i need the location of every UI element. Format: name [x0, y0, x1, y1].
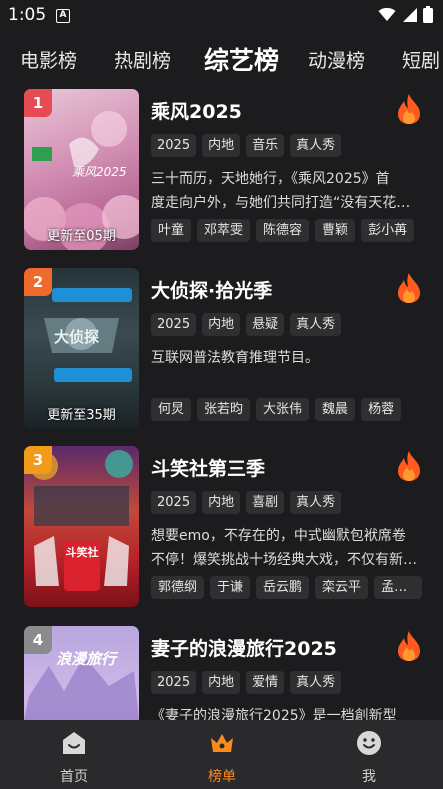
- flame-icon: [398, 451, 420, 481]
- cast-member[interactable]: 曹颖: [315, 219, 356, 242]
- cast-member[interactable]: 张若昀: [197, 398, 251, 421]
- tab-variety[interactable]: 综艺榜: [204, 41, 279, 77]
- wifi-icon: [378, 7, 396, 21]
- nav-label: 榜单: [208, 769, 236, 785]
- update-status: 更新至35期: [47, 408, 116, 423]
- flame-icon: [398, 631, 420, 661]
- status-bar: 1:05 A: [0, 0, 443, 30]
- cast-member[interactable]: 栾云平: [315, 576, 369, 599]
- cast-member[interactable]: 叶童: [151, 219, 192, 242]
- cast-member[interactable]: 郭德纲: [151, 576, 205, 599]
- ranking-list: 乘风2025 1 更新至05期 乘风2025 2025 内地 音乐 真人秀 三十…: [0, 88, 443, 720]
- tag-type: 真人秀: [290, 671, 342, 694]
- tag-type: 真人秀: [290, 491, 342, 514]
- tab-movies[interactable]: 电影榜: [20, 46, 77, 73]
- bottom-navigation: 首页 榜单 我: [0, 720, 443, 789]
- show-title[interactable]: 妻子的浪漫旅行2025: [151, 634, 337, 661]
- category-tabs: 电影榜 热剧榜 综艺榜 动漫榜 短剧: [0, 36, 443, 84]
- cast-member[interactable]: 邓萃雯: [197, 219, 251, 242]
- cast-member[interactable]: 岳云鹏: [256, 576, 310, 599]
- crown-icon: [211, 734, 233, 752]
- cast-member[interactable]: 杨蓉: [361, 398, 402, 421]
- notification-icon: A: [56, 9, 70, 23]
- poster-title: 浪漫旅行: [56, 650, 117, 668]
- tag-year: 2025: [151, 134, 197, 157]
- poster-image[interactable]: 乘风2025 1 更新至05期: [24, 89, 139, 250]
- show-description: 三十而历，天地她行，《乘风2025》首 度走向户外，与她们共同打造“没有天花板的…: [151, 167, 419, 215]
- nav-profile[interactable]: 我: [329, 730, 409, 786]
- tag-region: 内地: [202, 491, 241, 514]
- tag-genre: 喜剧: [246, 491, 285, 514]
- description-line: 互联网普法教育推理节目。: [151, 350, 319, 366]
- cast-list: 何炅 张若昀 大张伟 魏晨 杨蓉: [151, 398, 402, 421]
- description-line: 度走向户外，与她们共同打造“没有天花板的舞台”: [151, 195, 419, 211]
- home-icon: [63, 732, 85, 754]
- show-description: 想要emo，不存在的，中式幽默包袱席卷 不停！爆笑挑战十场经典大戏，不仅有新作品…: [151, 524, 419, 572]
- cast-member[interactable]: 于谦: [210, 576, 251, 599]
- tag-type: 真人秀: [290, 134, 342, 157]
- description-line: 不停！爆笑挑战十场经典大戏，不仅有新作品还有新玩法: [151, 552, 419, 568]
- tag-type: 真人秀: [290, 313, 342, 336]
- battery-icon: [423, 6, 433, 23]
- status-icons: [378, 6, 433, 23]
- rank-badge: 1: [24, 89, 52, 117]
- update-status: 更新至05期: [47, 229, 116, 244]
- rank-badge: 3: [24, 446, 52, 474]
- poster-image[interactable]: 大侦探 2 更新至35期: [24, 268, 139, 429]
- show-title[interactable]: 大侦探·拾光季: [151, 276, 272, 303]
- tag-year: 2025: [151, 671, 197, 694]
- show-title[interactable]: 乘风2025: [151, 97, 242, 124]
- cast-member[interactable]: 彭小苒: [361, 219, 415, 242]
- tab-short-drama[interactable]: 短剧: [402, 46, 440, 73]
- tag-region: 内地: [202, 313, 241, 336]
- rank-badge: 2: [24, 268, 52, 296]
- description-line: 《妻子的浪漫旅行2025》是一档創新型: [151, 708, 397, 720]
- show-description: 互联网普法教育推理节目。: [151, 346, 419, 370]
- tag-region: 内地: [202, 134, 241, 157]
- list-item[interactable]: 斗笑社 3 斗笑社第三季 2025 内地 喜剧 真人秀 想要emo，不存在的，中…: [0, 446, 443, 614]
- cast-list: 叶童 邓萃雯 陈德容 曹颖 彭小苒: [151, 219, 415, 242]
- tag-list: 2025 内地 爱情 真人秀: [151, 671, 342, 694]
- tag-genre: 爱情: [246, 671, 285, 694]
- tag-genre: 音乐: [246, 134, 285, 157]
- show-title[interactable]: 斗笑社第三季: [151, 454, 265, 481]
- poster-title: 乘风2025: [72, 165, 127, 179]
- show-description: 《妻子的浪漫旅行2025》是一档創新型: [151, 704, 419, 720]
- cast-member[interactable]: 陈德容: [256, 219, 310, 242]
- list-item[interactable]: 乘风2025 1 更新至05期 乘风2025 2025 内地 音乐 真人秀 三十…: [0, 89, 443, 257]
- description-line: 三十而历，天地她行，《乘风2025》首: [151, 171, 390, 187]
- tag-region: 内地: [202, 671, 241, 694]
- flame-icon: [398, 273, 420, 303]
- poster-title: 大侦探: [54, 328, 100, 346]
- cast-list: 郭德纲 于谦 岳云鹏 栾云平 孟鹤堂: [151, 576, 423, 599]
- flame-icon: [398, 94, 420, 124]
- tag-list: 2025 内地 喜剧 真人秀: [151, 491, 342, 514]
- nav-rankings[interactable]: 榜单: [182, 730, 262, 786]
- tag-list: 2025 内地 悬疑 真人秀: [151, 313, 342, 336]
- tab-dramas[interactable]: 热剧榜: [114, 46, 171, 73]
- status-time: 1:05: [8, 5, 47, 25]
- tab-anime[interactable]: 动漫榜: [308, 46, 365, 73]
- signal-icon: [403, 8, 417, 22]
- poster-image[interactable]: 斗笑社 3: [24, 446, 139, 607]
- list-item[interactable]: 浪漫旅行 4 妻子的浪漫旅行2025 2025 内地 爱情 真人秀 《妻子的浪漫…: [0, 626, 443, 720]
- rank-badge: 4: [24, 626, 52, 654]
- tag-year: 2025: [151, 491, 197, 514]
- list-item[interactable]: 大侦探 2 更新至35期 大侦探·拾光季 2025 内地 悬疑 真人秀 互联网普…: [0, 268, 443, 436]
- nav-home[interactable]: 首页: [34, 730, 114, 786]
- cast-member[interactable]: 大张伟: [256, 398, 310, 421]
- cast-member[interactable]: 何炅: [151, 398, 192, 421]
- nav-label: 我: [362, 769, 376, 785]
- cast-member[interactable]: 魏晨: [315, 398, 356, 421]
- poster-image[interactable]: 浪漫旅行 4: [24, 626, 139, 720]
- tag-genre: 悬疑: [246, 313, 285, 336]
- profile-icon: [357, 731, 381, 755]
- tag-list: 2025 内地 音乐 真人秀: [151, 134, 342, 157]
- nav-label: 首页: [60, 769, 88, 785]
- description-line: 想要emo，不存在的，中式幽默包袱席卷: [151, 528, 406, 544]
- tag-year: 2025: [151, 313, 197, 336]
- cast-member[interactable]: 孟鹤堂: [374, 576, 423, 599]
- poster-title: 斗笑社: [65, 546, 99, 559]
